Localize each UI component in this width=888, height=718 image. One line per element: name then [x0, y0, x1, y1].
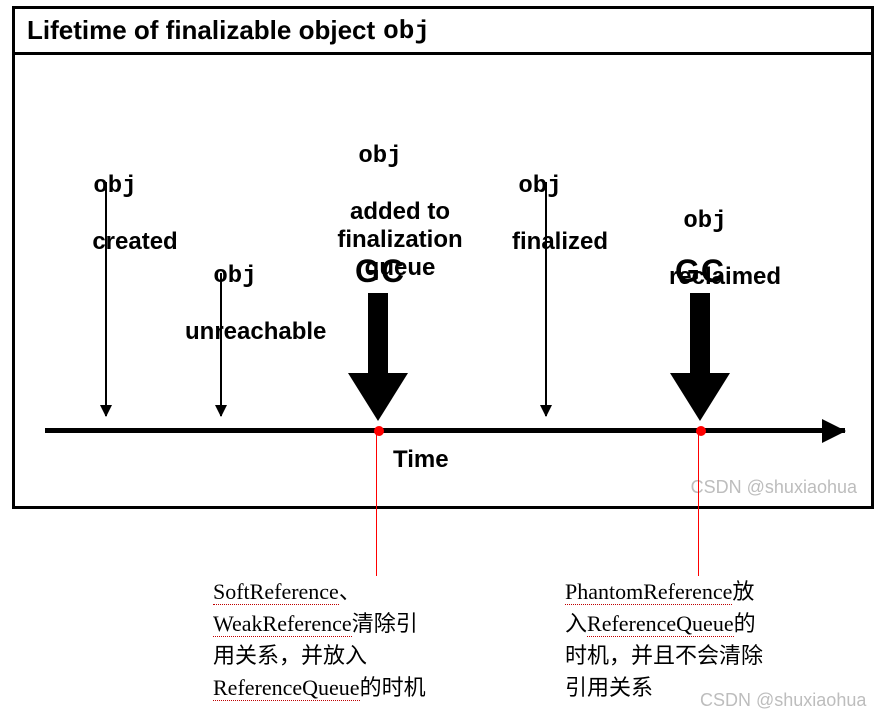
annotation-left: SoftReference、 WeakReference清除引 用关系，并放入 … — [213, 576, 463, 704]
gc-label-1: GC — [340, 253, 420, 290]
big-arrow-gc1 — [348, 293, 408, 423]
title-text: Lifetime of finalizable object — [27, 15, 375, 46]
annot-left-line2: WeakReference清除引 — [213, 608, 463, 640]
annot-right-line1: PhantomReference放 — [565, 576, 815, 608]
annot-right-line3: 时机，并且不会清除 — [565, 640, 815, 672]
event-finalized: obj finalized — [465, 118, 615, 284]
title-obj: obj — [383, 16, 430, 46]
timeline-axis — [45, 428, 845, 433]
gc-label-2: GC — [660, 253, 740, 290]
annot-left-line1: SoftReference、 — [213, 576, 463, 608]
time-label: Time — [393, 446, 449, 474]
annot-right-line2: 入ReferenceQueue的 — [565, 608, 815, 640]
watermark-upper: CSDN @shuxiaohua — [691, 477, 857, 498]
annot-left-line4: ReferenceQueue的时机 — [213, 672, 463, 704]
callout-line-left — [376, 427, 377, 576]
watermark-lower: CSDN @shuxiaohua — [700, 690, 866, 711]
callout-line-right — [698, 427, 699, 576]
timeline-canvas: obj created obj unreachable obj added to… — [15, 58, 871, 506]
diagram-frame: Lifetime of finalizable object obj obj c… — [12, 6, 874, 509]
big-arrow-gc2 — [670, 293, 730, 423]
annot-left-line3: 用关系，并放入 — [213, 640, 463, 672]
arrow-unreachable — [220, 273, 222, 416]
arrow-created — [105, 182, 107, 416]
arrow-finalized — [545, 182, 547, 416]
annotation-right: PhantomReference放 入ReferenceQueue的 时机，并且… — [565, 576, 815, 704]
diagram-title: Lifetime of finalizable object obj — [15, 9, 871, 55]
